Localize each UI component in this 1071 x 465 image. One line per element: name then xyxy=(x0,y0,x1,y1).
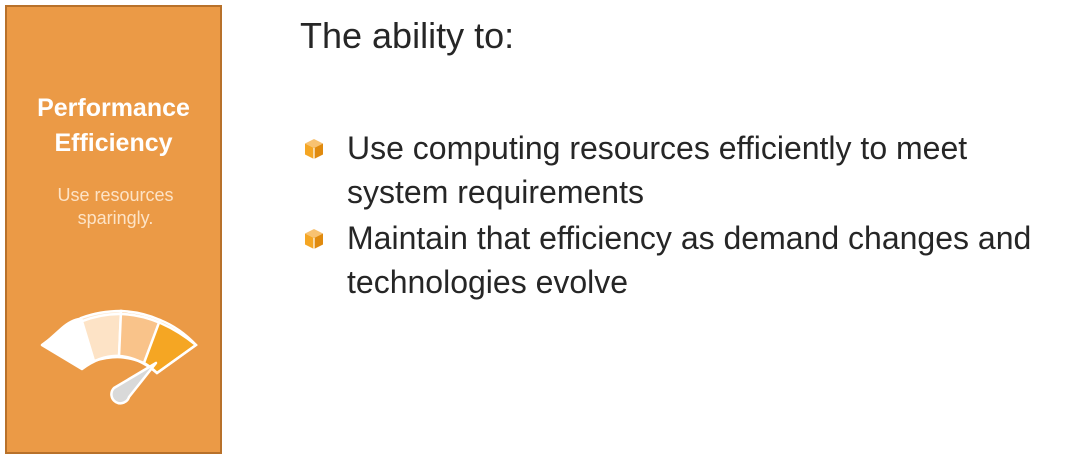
pillar-title: Performance Efficiency xyxy=(37,94,190,157)
cube-icon xyxy=(305,139,323,159)
page-heading: The ability to: xyxy=(300,15,515,56)
cube-icon xyxy=(305,229,323,249)
pillar-card: Performance Efficiency Use resources spa… xyxy=(5,5,222,454)
bullet-text: Use computing resources efficiently to m… xyxy=(347,130,968,210)
bullet-text: Maintain that efficiency as demand chang… xyxy=(347,220,1032,300)
gauge-icon xyxy=(40,309,198,405)
bullet-item: Maintain that efficiency as demand chang… xyxy=(304,216,1069,304)
bullet-list: Use computing resources efficiently to m… xyxy=(304,126,1069,306)
pillar-subtitle: Use resources sparingly. xyxy=(57,185,174,228)
bullet-item: Use computing resources efficiently to m… xyxy=(304,126,1069,214)
slide: Performance Efficiency Use resources spa… xyxy=(0,0,1071,465)
